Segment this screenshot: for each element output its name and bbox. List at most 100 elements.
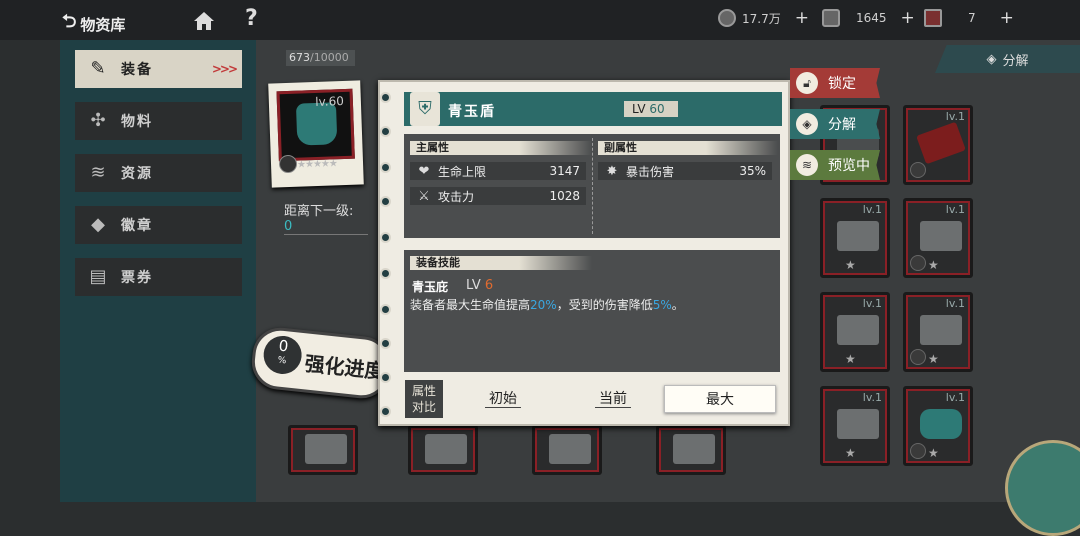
sidebar-item-equipment[interactable]: ✎ 装备 >>> — [75, 50, 242, 88]
sidebar-item-badges[interactable]: ◆ 徽章 — [75, 206, 242, 244]
sidebar-item-materials[interactable]: ✣ 物料 — [75, 102, 242, 140]
item-level: lv.1 — [945, 110, 965, 123]
item-card[interactable] — [532, 425, 602, 475]
sidebar-item-label: 装备 — [121, 62, 153, 78]
compare-option-label: 初始 — [485, 391, 521, 408]
equipment-card: lv.60 ★★★★★ — [268, 80, 364, 188]
item-level: lv.1 — [945, 391, 965, 404]
item-level: lv.1 — [862, 391, 882, 404]
add-cards-button[interactable]: + — [1000, 8, 1014, 28]
star-icon: ★ — [928, 258, 939, 272]
resource-cards: 7 + — [924, 8, 1014, 28]
binder-hole — [380, 268, 391, 279]
resources-icon: ≋ — [90, 162, 106, 183]
item-card[interactable]: lv.1 ★ — [903, 198, 973, 278]
decompose-button[interactable]: ◈ 分解 — [790, 109, 880, 139]
progress-unit: % — [277, 355, 287, 367]
equipment-badge-icon — [278, 154, 298, 174]
stat-row: ✸ 暴击伤害 35% — [598, 162, 772, 180]
crossed-swords-icon: ⚔ — [418, 188, 430, 204]
item-badge-icon — [910, 443, 926, 459]
progress-value: 0 — [277, 336, 290, 356]
item-level: lv.1 — [862, 203, 882, 216]
resource-tickets: 1645 + — [822, 8, 915, 28]
item-level-value: 60 — [649, 102, 665, 116]
add-coins-button[interactable]: + — [795, 8, 809, 28]
layers-icon: ≋ — [796, 154, 818, 176]
item-badge-icon — [910, 162, 926, 178]
ticket-amount: 1645 — [856, 11, 887, 25]
sidebar-item-coupons[interactable]: ▤ 票券 — [75, 258, 242, 296]
item-card[interactable]: lv.1 ★ — [903, 292, 973, 372]
decompose-top-label: 分解 — [1002, 53, 1029, 69]
compare-initial-button[interactable]: 初始 — [470, 385, 536, 413]
lock-button[interactable]: 🔓︎ 锁定 — [790, 68, 880, 98]
item-card[interactable] — [408, 425, 478, 475]
item-card[interactable]: lv.1 ★ — [903, 386, 973, 466]
binder-hole — [380, 304, 391, 315]
skill-level-value: 6 — [484, 278, 494, 293]
badge-icon: ◆ — [91, 214, 105, 235]
add-tickets-button[interactable]: + — [901, 8, 915, 28]
item-image — [920, 221, 962, 251]
stat-value: 35% — [739, 164, 766, 178]
skill-description: 装备者最大生命值提高20%，受到的伤害降低5%。 — [410, 296, 684, 313]
item-image — [549, 434, 591, 464]
item-card[interactable]: lv.1 — [903, 105, 973, 185]
binder-hole — [380, 232, 391, 243]
item-badge-icon — [910, 255, 926, 271]
equipment-image-frame: lv.60 — [276, 88, 355, 162]
sidebar-item-resources[interactable]: ≋ 资源 — [75, 154, 242, 192]
card-icon — [924, 9, 942, 27]
item-card[interactable]: lv.1 ★ — [820, 292, 890, 372]
item-card[interactable] — [288, 425, 358, 475]
item-image — [916, 121, 966, 165]
inventory-capacity: /10000 — [310, 51, 349, 64]
item-card[interactable]: lv.1 ★ — [820, 198, 890, 278]
item-image — [837, 315, 879, 345]
item-image — [920, 409, 962, 439]
progress-percent: 0 % — [261, 334, 304, 376]
help-button[interactable]: ? — [245, 6, 258, 31]
burst-icon: ✸ — [606, 163, 618, 179]
item-card[interactable] — [656, 425, 726, 475]
star-rating: ★★★★★ — [296, 158, 338, 171]
compare-current-button[interactable]: 当前 — [580, 385, 646, 413]
skill-level: LV 6 — [466, 278, 493, 293]
page-title: 物资库 — [80, 15, 126, 34]
next-level-info: 距离下一级: 0 — [284, 200, 368, 235]
materials-icon: ✣ — [90, 110, 106, 131]
progress-label: 强化进度 — [303, 351, 386, 384]
compare-label-line: 对比 — [411, 400, 436, 414]
star-icon: ★ — [845, 258, 856, 272]
item-level-label: LV — [632, 102, 646, 116]
binder-hole — [380, 126, 391, 137]
home-icon[interactable] — [192, 10, 216, 32]
active-arrows: >>> — [211, 62, 238, 76]
stat-row: ⚔ 攻击力 1028 — [410, 187, 586, 205]
preview-label: 预览中 — [828, 158, 870, 174]
sidebar-item-label: 徽章 — [121, 218, 153, 234]
compare-max-button[interactable]: 最大 — [664, 385, 776, 413]
binder-hole — [380, 162, 391, 173]
item-image — [837, 221, 879, 251]
preview-button[interactable]: ≋ 预览中 — [790, 150, 880, 180]
coin-amount: 17.7万 — [742, 11, 781, 26]
star-icon: ★ — [928, 446, 939, 460]
item-level-badge: LV 60 — [624, 101, 678, 117]
binder-hole — [380, 92, 391, 103]
lock-icon: 🔓︎ — [796, 72, 818, 94]
back-button[interactable]: ⮌ 物资库 — [62, 9, 125, 39]
item-card[interactable]: lv.1 ★ — [820, 386, 890, 466]
item-image — [305, 434, 347, 464]
stat-value: 3147 — [549, 164, 580, 178]
stat-value: 1028 — [549, 189, 580, 203]
compare-option-label: 当前 — [595, 391, 631, 408]
stat-name: 攻击力 — [438, 189, 475, 204]
shield-icon: ⛨ — [410, 92, 440, 126]
sidebar-item-label: 物料 — [121, 114, 153, 130]
back-arrow-icon: ⮌ — [62, 11, 77, 32]
gear-coin-icon — [718, 9, 736, 27]
decompose-top-button[interactable]: ◈ 分解 — [935, 45, 1080, 73]
lock-label: 锁定 — [828, 76, 856, 92]
